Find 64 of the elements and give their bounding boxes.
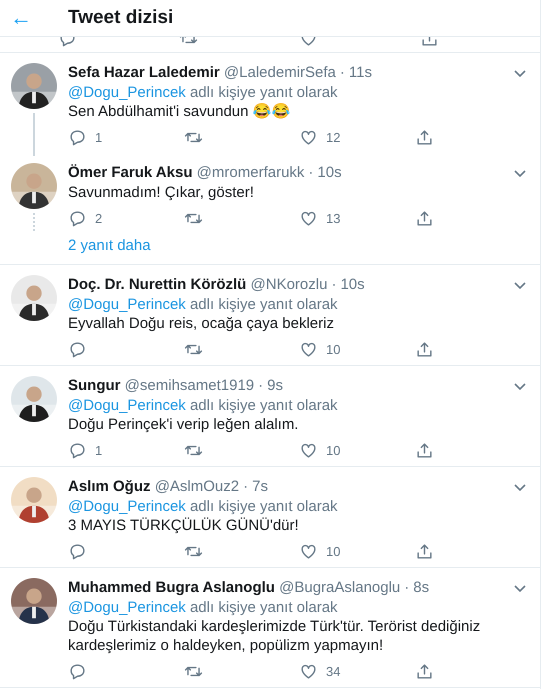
share-icon [414,662,434,680]
share-icon [414,440,434,460]
dot-separator: · [404,579,410,596]
reply-icon [68,542,87,560]
reply-icon [68,128,87,146]
tweet-time[interactable]: 10s [317,164,342,181]
reply-context: adlı kişiye yanıt olarak [190,397,338,414]
dot-separator: · [258,377,264,394]
author-handle[interactable]: @NKorozlu [250,276,328,293]
tweet-text: Savunmadım! Çıkar, göster! [68,183,255,202]
like-button[interactable]: 34 [299,662,414,680]
reply-icon [68,340,87,358]
author-handle[interactable]: @LaledemirSefa [224,64,336,81]
like-button[interactable]: 10 [299,440,414,460]
mention-link[interactable]: @Dogu_Perincek [68,296,186,313]
reply-button[interactable]: 1 [68,440,184,460]
tweet-text: Doğu Türkistandaki kardeşlerimizde Türk'tür. Terörist dediğiniz kardeşlerimiz o haldeyken, popülizm yapmayın! [68,617,482,655]
author-name[interactable]: Sefa Hazar Laledemir [68,64,220,81]
tweet-time[interactable]: 11s [348,64,372,81]
author-name[interactable]: Muhammed Bugra Aslanoglu [68,579,275,596]
dot-separator: · [331,276,336,293]
reply-context: adlı kişiye yanıt olarak [190,599,338,616]
tweet-time[interactable]: 10s [340,276,365,293]
share-icon [414,340,434,358]
like-button[interactable]: 10 [299,542,414,560]
like-button[interactable]: 12 [299,128,414,146]
reply-context: adlı kişiye yanıt olarak [190,296,338,313]
mention-link[interactable]: @Dogu_Perincek [68,397,186,414]
mention-link[interactable]: @Dogu_Perincek [68,84,186,101]
author-name[interactable]: Doç. Dr. Nurettin Körözlü [68,276,246,293]
mention-link[interactable]: @Dogu_Perincek [68,498,186,515]
reply-icon [68,662,87,680]
tweet-text: Sen Abdülhamit'i savundun 😂😂 [68,102,292,121]
tweet-text: Eyvallah Doğu reis, ocağa çaya bekleriz [68,314,335,333]
reply-context: adlı kişiye yanıt olarak [190,84,338,101]
tweet-text: Doğu Perinçek'i verip leğen alalım. [68,415,300,434]
like-button[interactable]: 10 [299,340,414,358]
author-handle[interactable]: @semihsamet1919 [124,377,254,394]
dot-separator: · [308,164,314,181]
reply-icon [68,208,87,228]
back-button[interactable]: ← [0,7,42,29]
page-title: Tweet dizisi [68,6,174,30]
more-replies-link[interactable]: 2 yanıt daha [68,236,151,256]
tweet-time[interactable]: 8s [413,579,430,596]
author-handle[interactable]: @mromerfarukk [196,164,304,181]
share-icon [414,542,434,560]
tweet-text: 3 MAYIS TÜRKÇÜLÜK GÜNÜ'dür! [68,516,300,535]
like-button[interactable]: 13 [299,208,414,228]
tweet-time[interactable]: 9s [267,377,283,394]
author-name[interactable]: Aslım Oğuz [68,478,151,495]
mention-link[interactable]: @Dogu_Perincek [68,599,186,616]
reply-icon [68,440,87,460]
reply-context: adlı kişiye yanıt olarak [190,498,338,515]
dot-separator: · [340,64,345,81]
reply-button[interactable]: 2 [68,208,184,228]
tweet-time[interactable]: 7s [252,478,268,495]
share-icon [414,128,434,146]
author-handle[interactable]: @BugraAslanoglu [279,579,400,596]
dot-separator: · [243,478,248,495]
author-handle[interactable]: @AslmOuz2 [154,478,240,495]
share-icon [414,208,434,228]
author-name[interactable]: Sungur [68,377,120,394]
author-name[interactable]: Ömer Faruk Aksu [68,164,192,181]
reply-button[interactable]: 1 [68,128,184,146]
